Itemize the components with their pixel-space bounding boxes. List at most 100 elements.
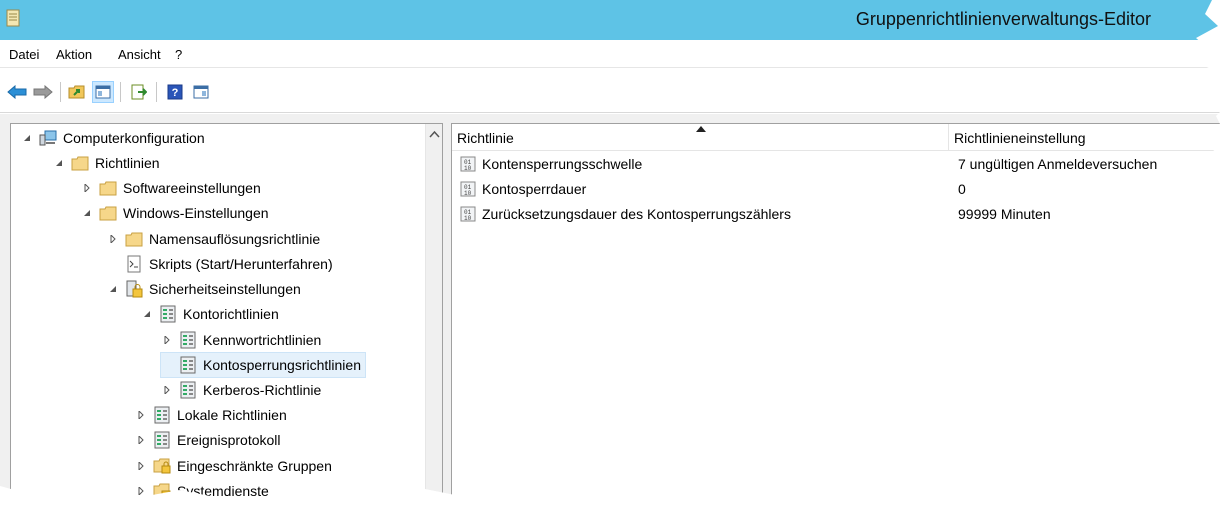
collapsed-arrow-icon[interactable]	[161, 384, 173, 396]
policy-icon	[179, 381, 197, 399]
tree-node-richtlinien[interactable]: Richtlinien	[53, 151, 160, 175]
tree-node-kerberos-richtlinie[interactable]: Kerberos-Richtlinie	[161, 378, 321, 402]
app-icon	[6, 9, 20, 27]
console-tree: Computerkonfiguration Richtlinien Softwa…	[10, 123, 443, 511]
policy-name: Kontensperrungsschwelle	[482, 156, 643, 172]
tree-node-label: Windows-Einstellungen	[123, 205, 269, 221]
collapsed-arrow-icon[interactable]	[135, 485, 147, 497]
expanded-arrow-icon[interactable]	[107, 283, 119, 295]
menu-help[interactable]: ?	[175, 47, 182, 62]
expanded-arrow-icon[interactable]	[81, 207, 93, 219]
expanded-arrow-icon[interactable]	[21, 132, 33, 144]
tree-node-label: Namensauflösungsrichtlinie	[149, 231, 321, 247]
column-header-richtlinieneinstellung[interactable]: Richtlinieneinstellung	[949, 124, 1231, 151]
tree-node-label: Systemdienste	[177, 483, 269, 499]
collapsed-arrow-icon[interactable]	[135, 460, 147, 472]
script-icon	[125, 255, 143, 273]
tree-node-namensaufloesungsrichtlinie[interactable]: Namensauflösungsrichtlinie	[107, 227, 320, 251]
show-hide-tree-icon[interactable]	[92, 81, 114, 103]
sort-ascending-icon	[696, 126, 706, 132]
collapsed-arrow-icon[interactable]	[161, 334, 173, 346]
svg-text:10: 10	[464, 165, 472, 172]
policy-icon	[153, 406, 171, 424]
tree-node-label: Kerberos-Richtlinie	[203, 382, 322, 398]
policy-icon	[159, 305, 177, 323]
menu-bar: Datei Aktion Ansicht ?	[0, 40, 1231, 68]
menu-aktion[interactable]: Aktion	[56, 47, 92, 62]
toolbar: ?	[0, 69, 1231, 113]
list-row[interactable]: 01 10 Kontensperrungsschwelle 7 ungültige…	[452, 152, 1231, 176]
svg-text:10: 10	[464, 190, 472, 197]
gpo-editor-window: Gruppenrichtlinienverwaltungs-Editor Dat…	[0, 0, 1231, 511]
title-bar: Gruppenrichtlinienverwaltungs-Editor	[0, 0, 1231, 40]
list-row[interactable]: 01 10 Zurücksetzungsdauer des Kontosperru…	[452, 202, 1231, 226]
tree-node-computerkonfiguration[interactable]: Computerkonfiguration	[21, 126, 205, 150]
menu-datei[interactable]: Datei	[9, 47, 39, 62]
no-expander	[107, 258, 119, 270]
export-list-icon[interactable]	[128, 81, 150, 103]
policy-name-cell: 01 10 Kontosperrdauer	[460, 181, 586, 197]
computer-icon	[39, 129, 57, 147]
forward-icon[interactable]	[32, 81, 54, 103]
back-icon[interactable]	[6, 81, 28, 103]
tree-node-ereignisprotokoll[interactable]: Ereignisprotokoll	[135, 428, 281, 452]
policy-icon	[153, 431, 171, 449]
expanded-arrow-icon[interactable]	[53, 157, 65, 169]
tree-node-eingeschraenkte-gruppen[interactable]: Eingeschränkte Gruppen	[135, 454, 332, 478]
policy-icon	[179, 356, 197, 374]
policy-setting-icon: 01 10	[460, 156, 476, 172]
no-expander	[161, 359, 173, 371]
tree-node-label: Kennwortrichtlinien	[203, 332, 322, 348]
collapsed-arrow-icon[interactable]	[135, 409, 147, 421]
tree-node-label: Computerkonfiguration	[63, 130, 205, 146]
policy-name: Kontosperrdauer	[482, 181, 587, 197]
tree-node-label: Kontorichtlinien	[183, 306, 279, 322]
column-header-label: Richtlinie	[457, 129, 514, 146]
list-row[interactable]: 01 10 Kontosperrdauer 0	[452, 177, 1231, 201]
policy-value: 7 ungültigen Anmeldeversuchen	[958, 156, 1158, 172]
toolbar-separator	[156, 82, 157, 102]
tree-node-lokale-richtlinien[interactable]: Lokale Richtlinien	[135, 403, 287, 427]
security-folder-icon	[153, 482, 171, 500]
policy-name: Zurücksetzungsdauer des Kontosperrungszä…	[482, 206, 791, 222]
collapsed-arrow-icon[interactable]	[107, 233, 119, 245]
folder-icon	[125, 230, 143, 248]
tree-node-label: Lokale Richtlinien	[177, 407, 287, 423]
window-title: Gruppenrichtlinienverwaltungs-Editor	[855, 9, 1151, 29]
tree-node-kennwortrichtlinien[interactable]: Kennwortrichtlinien	[161, 328, 321, 352]
security-icon	[125, 280, 143, 298]
folder-icon	[71, 154, 89, 172]
policy-setting-icon: 01 10	[460, 206, 476, 222]
menu-ansicht[interactable]: Ansicht	[118, 47, 161, 62]
tree-node-label: Kontosperrungsrichtlinien	[203, 357, 361, 373]
tree-node-skripts[interactable]: Skripts (Start/Herunterfahren)	[107, 252, 333, 276]
scroll-up-arrow-icon[interactable]	[429, 129, 440, 140]
folder-icon	[99, 204, 117, 222]
svg-text:10: 10	[464, 215, 472, 222]
toolbar-separator	[120, 82, 121, 102]
tree-node-kontorichtlinien[interactable]: Kontorichtlinien	[141, 302, 279, 326]
tree-node-windows-einstellungen[interactable]: Windows-Einstellungen	[81, 201, 269, 225]
list-header: Richtlinie Richtlinieneinstellung	[452, 124, 1231, 151]
policy-value: 99999 Minuten	[958, 206, 1051, 222]
collapsed-arrow-icon[interactable]	[81, 182, 93, 194]
policy-name-cell: 01 10 Zurücksetzungsdauer des Kontosperru…	[460, 206, 791, 222]
tree-node-kontosperrungsrichtlinien[interactable]: Kontosperrungsrichtlinien	[160, 352, 366, 378]
tree-node-systemdienste[interactable]: Systemdienste	[135, 479, 269, 503]
security-folder-icon	[153, 457, 171, 475]
tree-vertical-scrollbar[interactable]	[425, 124, 442, 510]
policy-name-cell: 01 10 Kontensperrungsschwelle	[460, 156, 642, 172]
help-icon[interactable]: ?	[164, 81, 186, 103]
tree-node-label: Ereignisprotokoll	[177, 432, 281, 448]
policy-icon	[179, 331, 197, 349]
tree-node-label: Skripts (Start/Herunterfahren)	[149, 256, 333, 272]
content-area: Computerkonfiguration Richtlinien Softwa…	[0, 114, 1231, 511]
toolbar-separator	[60, 82, 61, 102]
up-folder-icon[interactable]	[66, 81, 88, 103]
show-hide-action-pane-icon[interactable]	[190, 81, 212, 103]
expanded-arrow-icon[interactable]	[141, 308, 153, 320]
tree-node-sicherheitseinstellungen[interactable]: Sicherheitseinstellungen	[107, 277, 301, 301]
collapsed-arrow-icon[interactable]	[135, 434, 147, 446]
policy-value: 0	[958, 181, 966, 197]
tree-node-softwareeinstellungen[interactable]: Softwareeinstellungen	[81, 176, 261, 200]
